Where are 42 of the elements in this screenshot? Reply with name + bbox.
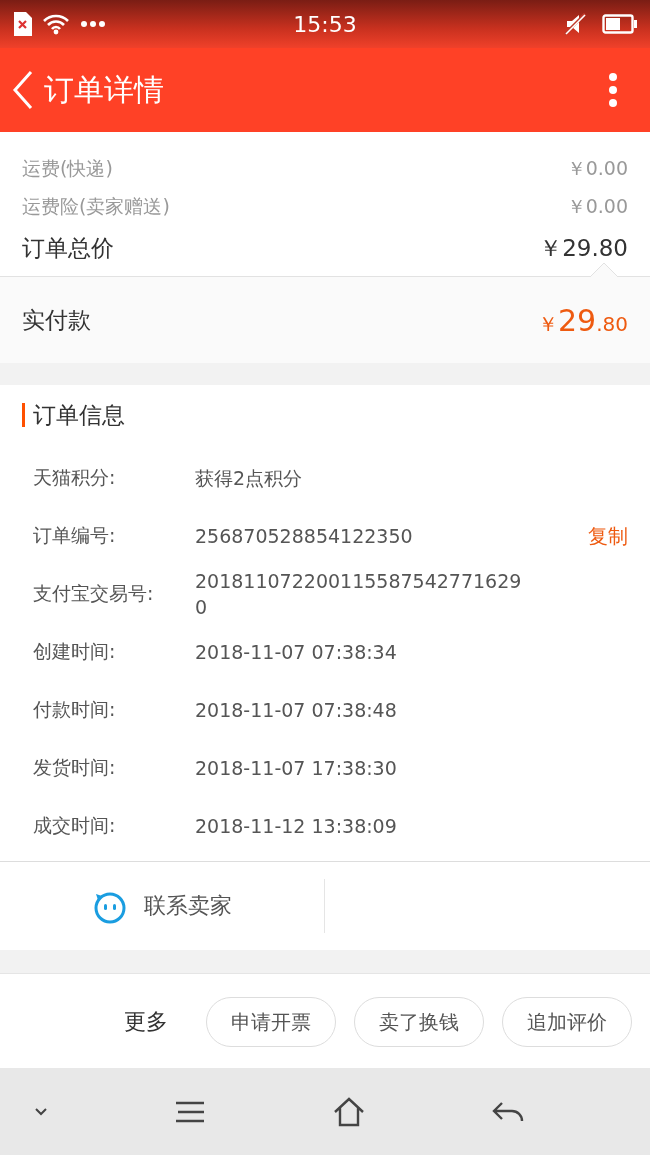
info-label: 成交时间: xyxy=(33,813,117,838)
menu-icon[interactable] xyxy=(608,72,618,108)
info-value: 获得2点积分 xyxy=(195,466,304,491)
home-icon[interactable] xyxy=(332,1096,365,1127)
back-arrow-icon[interactable] xyxy=(492,1100,524,1123)
info-value: 2018-11-07 07:38:48 xyxy=(195,698,398,723)
action-button[interactable]: 申请开票 xyxy=(206,997,336,1047)
price-value: ￥0.00 xyxy=(566,194,628,219)
info-value: 2018-11-07 07:38:34 xyxy=(195,640,398,665)
info-label: 发货时间: xyxy=(33,755,117,780)
section-title: 订单信息 xyxy=(22,403,628,427)
copy-link[interactable]: 复制 xyxy=(588,522,628,550)
paid-label: 实付款 xyxy=(22,305,91,335)
battery-icon xyxy=(602,14,638,34)
info-label: 天猫积分: xyxy=(33,465,117,490)
info-label: 创建时间: xyxy=(33,639,117,664)
back-icon[interactable] xyxy=(12,70,34,110)
mute-icon xyxy=(564,13,586,35)
status-time: 15:53 xyxy=(293,11,357,37)
more-icon xyxy=(80,20,106,28)
info-value: 2018-11-12 13:38:09 xyxy=(195,814,398,839)
info-value: 2018-11-07 17:38:30 xyxy=(195,756,398,781)
sim-card-icon xyxy=(12,12,32,36)
info-label: 订单编号: xyxy=(33,523,117,548)
contact-seller-button[interactable]: 联系卖家 xyxy=(0,879,325,933)
paid-amount: ￥29.80 xyxy=(538,302,628,338)
chevron-down-icon[interactable] xyxy=(34,1106,48,1117)
page-title: 订单详情 xyxy=(44,70,164,109)
info-value: 256870528854122350 xyxy=(195,524,414,549)
price-value: ￥29.80 xyxy=(539,233,628,263)
price-label: 运费险(卖家赠送) xyxy=(22,194,170,219)
price-value: ￥0.00 xyxy=(566,156,628,181)
action-button[interactable]: 卖了换钱 xyxy=(354,997,484,1047)
info-label: 支付宝交易号: xyxy=(33,581,155,606)
info-label: 付款时间: xyxy=(33,697,117,722)
info-value: 2018110722001155875427716290 xyxy=(195,569,523,620)
wifi-icon xyxy=(42,13,70,35)
price-label: 订单总价 xyxy=(22,233,114,263)
action-button[interactable]: 追加评价 xyxy=(502,997,632,1047)
menu-icon[interactable] xyxy=(175,1100,206,1123)
price-label: 运费(快递) xyxy=(22,156,113,181)
more-link[interactable]: 更多 xyxy=(124,1007,168,1037)
